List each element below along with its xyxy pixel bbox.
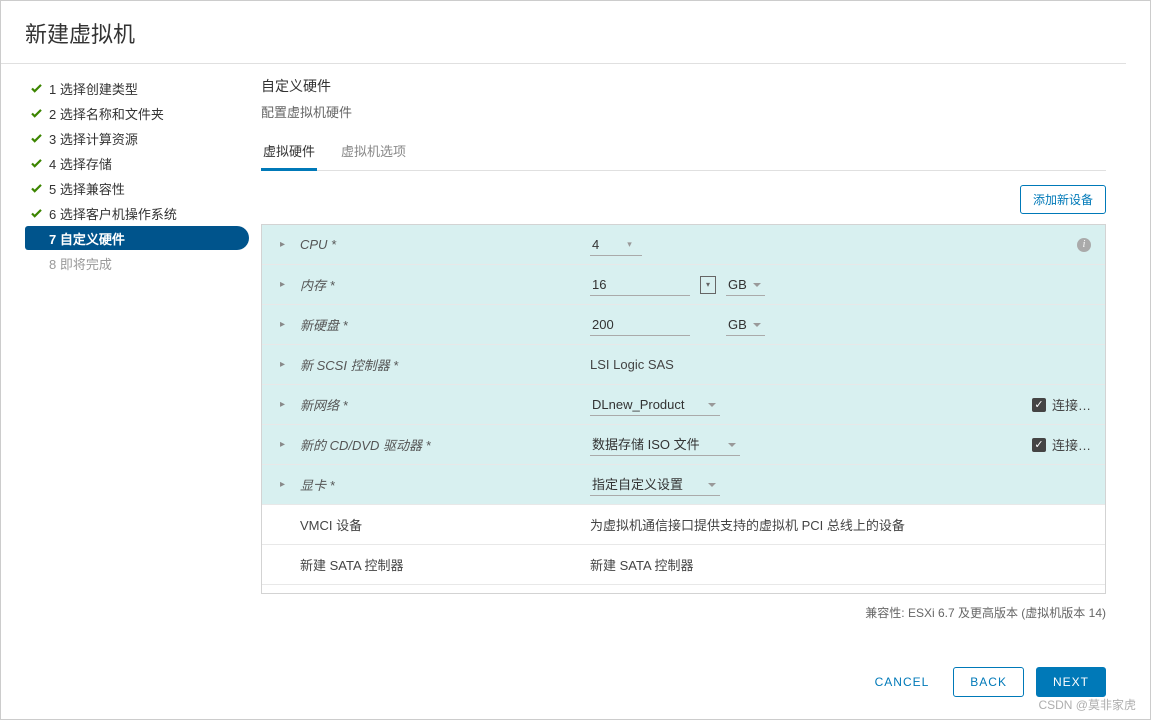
row-label: 内存 * (300, 275, 590, 294)
step-4[interactable]: 4 选择存储 (25, 151, 249, 175)
toolbar: 添加新设备 (261, 185, 1106, 214)
row-disk: ▸ 新硬盘 * GB (262, 305, 1105, 345)
wizard-content: 自定义硬件 配置虚拟机硬件 虚拟硬件 虚拟机选项 添加新设备 ▸ CPU * 4 (249, 64, 1150, 649)
info-icon[interactable]: i (1077, 238, 1091, 252)
next-button[interactable]: NEXT (1036, 667, 1106, 697)
gpu-select[interactable]: 指定自定义设置 (590, 474, 720, 496)
compatibility-text: 兼容性: ESXi 6.7 及更高版本 (虚拟机版本 14) (261, 604, 1106, 621)
row-vmci: ▸ VMCI 设备 为虚拟机通信接口提供支持的虚拟机 PCI 总线上的设备 (262, 505, 1105, 545)
expand-icon[interactable]: ▸ (280, 279, 292, 290)
step-3[interactable]: 3 选择计算资源 (25, 126, 249, 150)
sata-value: 新建 SATA 控制器 (590, 555, 694, 574)
content-header: 自定义硬件 配置虚拟机硬件 (261, 76, 1106, 141)
expand-icon[interactable]: ▸ (280, 439, 292, 450)
expand-icon[interactable]: ▸ (280, 479, 292, 490)
new-vm-dialog: 新建虚拟机 1 选择创建类型 2 选择名称和文件夹 3 选择计算资源 4 选择存… (0, 0, 1151, 720)
content-heading: 自定义硬件 (261, 76, 1106, 96)
step-label: 6 选择客户机操作系统 (49, 204, 177, 223)
cancel-button[interactable]: CANCEL (863, 667, 942, 697)
network-select[interactable]: DLnew_Product (590, 394, 720, 416)
step-label: 4 选择存储 (49, 154, 112, 173)
row-label: CPU * (300, 237, 590, 252)
add-device-button[interactable]: 添加新设备 (1020, 185, 1106, 214)
watermark: CSDN @莫非家虎 (1038, 696, 1136, 713)
back-button[interactable]: BACK (953, 667, 1024, 697)
dialog-body: 1 选择创建类型 2 选择名称和文件夹 3 选择计算资源 4 选择存储 5 选择… (1, 64, 1150, 649)
step-2[interactable]: 2 选择名称和文件夹 (25, 101, 249, 125)
row-label: 新 SCSI 控制器 * (300, 355, 590, 374)
dialog-title: 新建虚拟机 (25, 17, 1126, 49)
row-network: ▸ 新网络 * DLnew_Product ✓ 连接… (262, 385, 1105, 425)
cpu-value: 4 (592, 237, 599, 252)
row-other: ▸ 其他 其他硬件 (262, 585, 1105, 594)
row-gpu: ▸ 显卡 * 指定自定义设置 (262, 465, 1105, 505)
check-icon (29, 209, 43, 218)
expand-icon[interactable]: ▸ (280, 399, 292, 410)
tab-bar: 虚拟硬件 虚拟机选项 (261, 141, 1106, 171)
step-label: 5 选择兼容性 (49, 179, 125, 198)
row-label: 新的 CD/DVD 驱动器 * (300, 435, 590, 454)
row-value: ▾ GB (590, 274, 1091, 296)
row-value: LSI Logic SAS (590, 357, 1091, 372)
check-icon (29, 159, 43, 168)
scsi-value: LSI Logic SAS (590, 357, 674, 372)
network-connect-checkbox[interactable]: ✓ (1032, 398, 1046, 412)
step-7[interactable]: 7 自定义硬件 (25, 226, 249, 250)
row-value: 4 ▾ i (590, 234, 1091, 256)
network-connect-label: 连接… (1052, 395, 1091, 414)
row-sata: ▸ 新建 SATA 控制器 新建 SATA 控制器 (262, 545, 1105, 585)
step-label: 1 选择创建类型 (49, 79, 138, 98)
disk-unit-select[interactable]: GB (726, 314, 765, 336)
check-icon (29, 184, 43, 193)
check-icon (29, 134, 43, 143)
row-value: 新建 SATA 控制器 (590, 555, 1091, 574)
row-label: 新建 SATA 控制器 (300, 555, 590, 574)
row-value: DLnew_Product ✓ 连接… (590, 394, 1091, 416)
memory-unit-select[interactable]: GB (726, 274, 765, 296)
hardware-table[interactable]: ▸ CPU * 4 ▾ i ▸ 内存 * (261, 224, 1106, 594)
row-cdrom: ▸ 新的 CD/DVD 驱动器 * 数据存储 ISO 文件 ✓ 连接… (262, 425, 1105, 465)
row-cpu: ▸ CPU * 4 ▾ i (262, 225, 1105, 265)
step-label: 2 选择名称和文件夹 (49, 104, 164, 123)
expand-icon[interactable]: ▸ (280, 359, 292, 370)
step-label: 8 即将完成 (49, 254, 112, 273)
cdrom-connect-checkbox[interactable]: ✓ (1032, 438, 1046, 452)
disk-input[interactable] (590, 314, 690, 336)
wizard-steps: 1 选择创建类型 2 选择名称和文件夹 3 选择计算资源 4 选择存储 5 选择… (1, 64, 249, 649)
expand-icon[interactable]: ▸ (280, 239, 292, 250)
cpu-select[interactable]: 4 ▾ (590, 234, 642, 256)
step-5[interactable]: 5 选择兼容性 (25, 176, 249, 200)
content-subheading: 配置虚拟机硬件 (261, 102, 1106, 121)
step-6[interactable]: 6 选择客户机操作系统 (25, 201, 249, 225)
step-1[interactable]: 1 选择创建类型 (25, 76, 249, 100)
dialog-footer: CANCEL BACK NEXT CSDN @莫非家虎 (1, 649, 1150, 719)
row-value: 指定自定义设置 (590, 474, 1091, 496)
row-value: 数据存储 ISO 文件 ✓ 连接… (590, 434, 1091, 456)
memory-spinner[interactable]: ▾ (700, 276, 716, 294)
info-wrap: i (1077, 238, 1091, 252)
step-label: 3 选择计算资源 (49, 129, 138, 148)
row-label: 新硬盘 * (300, 315, 590, 334)
tab-vm-options[interactable]: 虚拟机选项 (339, 141, 408, 171)
row-label: 显卡 * (300, 475, 590, 494)
row-value: GB (590, 314, 1091, 336)
vmci-value: 为虚拟机通信接口提供支持的虚拟机 PCI 总线上的设备 (590, 515, 905, 534)
chevron-down-icon: ▾ (627, 239, 632, 250)
row-label: VMCI 设备 (300, 515, 590, 534)
dialog-header: 新建虚拟机 (1, 1, 1150, 63)
memory-input[interactable] (590, 274, 690, 296)
row-memory: ▸ 内存 * ▾ GB (262, 265, 1105, 305)
expand-icon[interactable]: ▸ (280, 319, 292, 330)
tab-virtual-hardware[interactable]: 虚拟硬件 (261, 141, 317, 171)
check-icon (29, 109, 43, 118)
check-icon (29, 84, 43, 93)
cdrom-select[interactable]: 数据存储 ISO 文件 (590, 434, 740, 456)
row-value: 为虚拟机通信接口提供支持的虚拟机 PCI 总线上的设备 (590, 515, 1091, 534)
step-label: 7 自定义硬件 (49, 229, 125, 248)
row-label: 新网络 * (300, 395, 590, 414)
row-scsi: ▸ 新 SCSI 控制器 * LSI Logic SAS (262, 345, 1105, 385)
cdrom-connect-label: 连接… (1052, 435, 1091, 454)
step-8: 8 即将完成 (25, 251, 249, 275)
